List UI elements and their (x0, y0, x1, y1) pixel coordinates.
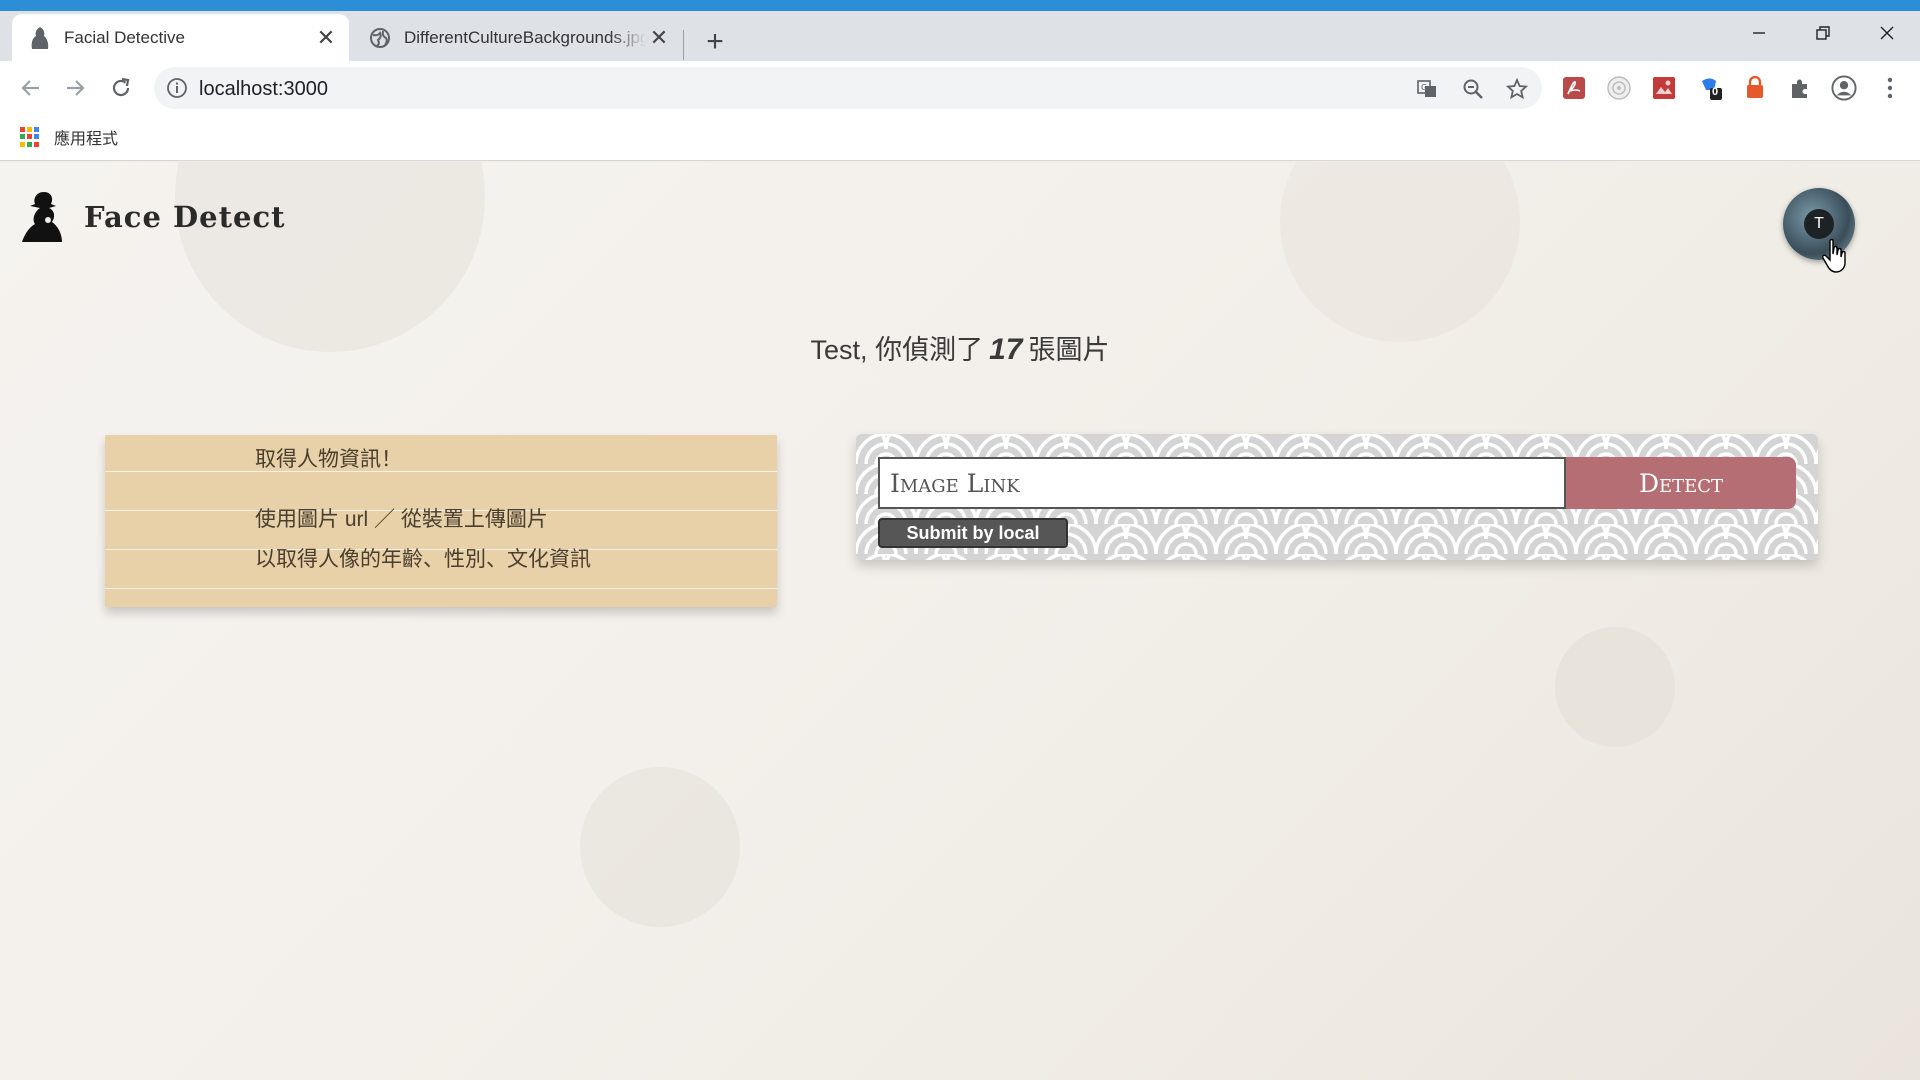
back-button[interactable] (14, 71, 48, 105)
page-content: Face Detect T Test, 你偵測了 17 張圖片 取得人物資訊！ 使用… (0, 162, 1920, 1080)
apps-grid-icon (20, 127, 40, 147)
hand-cursor-icon (1822, 238, 1846, 273)
globe-icon (366, 24, 394, 52)
close-tab-icon[interactable]: ✕ (313, 25, 339, 51)
minimize-icon (1753, 32, 1765, 34)
tab-different-culture-backgrounds[interactable]: DifferentCultureBackgrounds.jpg ✕ (352, 14, 682, 61)
restore-icon (1816, 26, 1830, 40)
detection-count: 17 (989, 333, 1023, 366)
background-circle (1280, 162, 1520, 342)
url-text: localhost:3000 (199, 78, 328, 100)
greeting-text: Test, 你偵測了 17 張圖片 (0, 328, 1920, 367)
note-rule-line (105, 588, 777, 589)
translate-icon[interactable]: G (1414, 76, 1440, 102)
profile-icon[interactable] (1831, 75, 1857, 101)
image-link-input[interactable] (878, 457, 1566, 509)
svg-text:G: G (1421, 83, 1427, 92)
note-rule-line (105, 471, 777, 472)
puzzle-extensions-icon[interactable] (1787, 75, 1813, 101)
star-icon[interactable] (1504, 76, 1530, 102)
tab-facial-detective[interactable]: Facial Detective ✕ (12, 14, 349, 61)
tab-title: Facial Detective (64, 27, 185, 47)
background-circle (1555, 627, 1675, 747)
greeting-suffix: 張圖片 (1028, 335, 1110, 365)
tab-strip: Facial Detective ✕ DifferentCultureBackg… (0, 11, 1920, 61)
reload-button[interactable] (104, 71, 138, 105)
bookmark-apps[interactable]: 應用程式 (20, 125, 118, 149)
detect-button[interactable]: Detect (1566, 457, 1796, 509)
logo[interactable]: Face Detect (18, 190, 286, 244)
close-icon (1880, 26, 1894, 40)
arrow-right-icon (67, 80, 85, 96)
info-card: 取得人物資訊！ 使用圖片 url ／ 從裝置上傳圖片 以取得人像的年齡、性別、文… (105, 435, 777, 607)
restore-button[interactable] (1792, 11, 1854, 55)
blue-extension-icon[interactable]: 0 (1697, 75, 1723, 101)
minimize-button[interactable] (1728, 11, 1790, 55)
greeting-name: Test, (810, 335, 868, 365)
reload-icon (112, 77, 130, 97)
close-window-button[interactable] (1856, 11, 1918, 55)
info-card-line: 使用圖片 url ／ 從裝置上傳圖片 (255, 508, 548, 531)
background-circle (580, 767, 740, 927)
image-extension-icon[interactable] (1651, 75, 1677, 101)
close-tab-icon[interactable]: ✕ (646, 25, 672, 51)
kebab-menu-icon[interactable] (1877, 75, 1903, 101)
bookmark-label: 應用程式 (54, 131, 119, 148)
info-icon[interactable] (166, 77, 188, 99)
tab-title: DifferentCultureBackgrounds.jpg (404, 27, 646, 47)
pdf-extension-icon[interactable] (1561, 75, 1587, 101)
detect-form-card: Detect Submit by local (856, 434, 1818, 560)
arrow-left-icon (21, 80, 39, 96)
submit-by-local-button[interactable]: Submit by local (878, 518, 1068, 548)
detective-favicon-icon (26, 24, 54, 52)
window-accent-bar (0, 0, 1920, 11)
detective-logo-icon (22, 192, 62, 242)
target-extension-icon[interactable] (1606, 75, 1632, 101)
bookmarks-bar: 應用程式 (0, 115, 1920, 161)
browser-toolbar: localhost:3000 G 0 (0, 61, 1920, 115)
new-tab-button[interactable]: + (700, 27, 730, 58)
address-bar[interactable]: localhost:3000 G (154, 67, 1542, 109)
tab-separator (683, 30, 684, 60)
logo-text: Face Detect (84, 200, 286, 234)
extension-badge: 0 (1712, 86, 1719, 98)
greeting-prefix: 你偵測了 (875, 335, 984, 365)
lock-extension-icon[interactable] (1742, 75, 1768, 101)
info-card-line: 以取得人像的年齡、性別、文化資訊 (255, 548, 591, 571)
avatar-letter: T (1804, 209, 1834, 239)
forward-button[interactable] (58, 71, 92, 105)
info-card-heading: 取得人物資訊！ (255, 448, 402, 471)
zoom-out-icon[interactable] (1460, 76, 1486, 102)
